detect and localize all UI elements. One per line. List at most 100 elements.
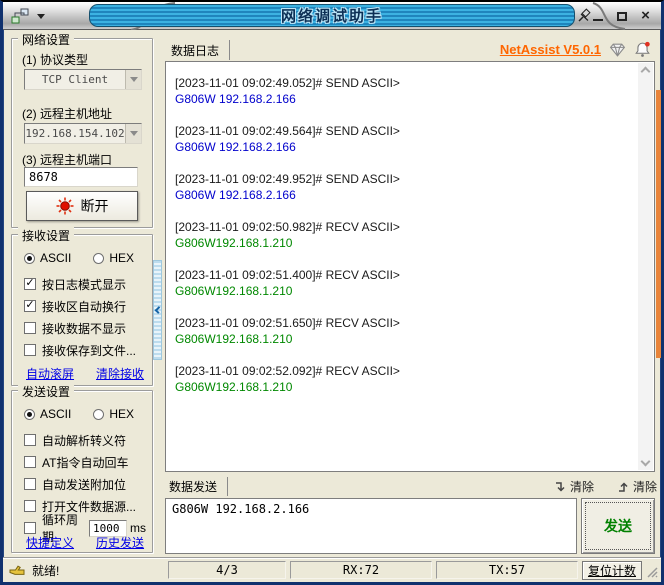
option-checkbox[interactable]: 自动发送附加位 [24, 473, 146, 495]
chevron-down-icon[interactable] [125, 124, 141, 143]
scrollbar-thumb[interactable] [656, 90, 661, 358]
option-checkbox[interactable]: 接收数据不显示 [24, 317, 146, 339]
checkbox[interactable] [24, 278, 36, 290]
log-entry: [2023-11-01 09:02:52.092]# RECV ASCII> G… [175, 363, 632, 395]
log-entry: [2023-11-01 09:02:49.052]# SEND ASCII> G… [175, 75, 632, 107]
protocol-select[interactable]: TCP Client [24, 69, 142, 90]
send-input[interactable] [165, 498, 577, 554]
connection-status-icon [56, 197, 73, 215]
checkbox[interactable] [24, 300, 36, 312]
checkbox[interactable] [24, 434, 36, 446]
log-entry-data: G806W192.168.1.210 [175, 332, 293, 346]
log-entry-data: G806W 192.168.2.166 [175, 92, 296, 106]
titlebar-strip: 网络调试助手 [89, 4, 575, 27]
checkbox[interactable] [24, 478, 36, 490]
log-entry-header: [2023-11-01 09:02:50.982]# RECV ASCII> [175, 220, 400, 234]
network-settings-title: 网络设置 [18, 31, 75, 48]
clear-receive-button[interactable]: 清除 [553, 478, 594, 495]
maximize-button[interactable] [614, 9, 629, 24]
panel-splitter[interactable] [153, 260, 163, 360]
log-entry-header: [2023-11-01 09:02:49.564]# SEND ASCII> [175, 124, 400, 138]
send-button[interactable]: 发送 [581, 498, 655, 554]
scroll-up-icon[interactable] [640, 66, 651, 77]
menu-caret-icon[interactable] [37, 14, 45, 19]
checkbox[interactable] [24, 344, 36, 356]
minimize-button[interactable] [590, 9, 605, 24]
log-entry: [2023-11-01 09:02:49.952]# SEND ASCII> G… [175, 171, 632, 203]
action-link[interactable]: 自动滚屏 [26, 365, 74, 382]
log-entry-data: G806W192.168.1.210 [175, 284, 293, 298]
status-counter: 4/3 [167, 561, 286, 579]
tab-data-send[interactable]: 数据发送 [165, 476, 229, 496]
action-link[interactable]: 清除接收 [96, 365, 144, 382]
log-entry-header: [2023-11-01 09:02:51.650]# RECV ASCII> [175, 316, 400, 330]
log-entry-data: G806W 192.168.2.166 [175, 188, 296, 202]
status-rx: RX:72 [289, 561, 432, 579]
action-link[interactable]: 快捷定义 [26, 534, 74, 551]
send-links: 快捷定义 历史发送 [26, 534, 144, 551]
notification-dot [645, 41, 650, 47]
option-checkbox[interactable]: AT指令自动回车 [24, 451, 146, 473]
log-body: [2023-11-01 09:02:49.052]# SEND ASCII> G… [166, 62, 638, 471]
data-log-area[interactable]: [2023-11-01 09:02:49.052]# SEND ASCII> G… [165, 61, 655, 472]
bell-icon[interactable] [634, 41, 651, 58]
resize-grip[interactable] [646, 562, 658, 578]
window-title: 网络调试助手 [280, 8, 383, 25]
port-input[interactable] [24, 167, 138, 187]
close-button[interactable]: × [638, 8, 653, 24]
recv-format-radios: ASCII HEX [24, 251, 134, 265]
status-message: 就绪! [32, 563, 60, 578]
checkbox[interactable] [24, 322, 36, 334]
log-scrollbar[interactable] [638, 63, 653, 470]
log-entry: [2023-11-01 09:02:51.400]# RECV ASCII> G… [175, 267, 632, 299]
send-hex-radio[interactable]: HEX [93, 407, 134, 421]
log-entry-header: [2023-11-01 09:02:51.400]# RECV ASCII> [175, 268, 400, 282]
send-settings-title: 发送设置 [18, 383, 75, 400]
network-settings-group: 网络设置 (1) 协议类型 TCP Client (2) 远程主机地址 192.… [11, 31, 153, 228]
log-entry: [2023-11-01 09:02:51.650]# RECV ASCII> G… [175, 315, 632, 347]
checkbox[interactable] [24, 522, 36, 534]
option-checkbox[interactable]: 接收区自动换行 [24, 295, 146, 317]
send-row: 数据发送 清除 清除 [165, 476, 657, 496]
window-controls: × [590, 8, 653, 24]
scroll-down-icon[interactable] [640, 456, 651, 467]
netassist-version-link[interactable]: NetAssist V5.0.1 [500, 42, 601, 57]
send-ascii-radio[interactable]: ASCII [24, 407, 71, 421]
checkbox[interactable] [24, 500, 36, 512]
chevron-down-icon[interactable] [125, 70, 141, 89]
option-checkbox[interactable]: 按日志模式显示 [24, 273, 146, 295]
app-window: 网络调试助手 × 网络设置 (1) 协议类型 TCP Client (2) 远程… [0, 0, 664, 585]
checkbox[interactable] [24, 456, 36, 468]
protocol-label: (1) 协议类型 [22, 53, 89, 67]
log-entry-header: [2023-11-01 09:02:49.052]# SEND ASCII> [175, 76, 400, 90]
recv-ascii-radio[interactable]: ASCII [24, 251, 71, 265]
gem-icon[interactable] [609, 41, 626, 58]
send-settings-group: 发送设置 ASCII HEX 自动解析转义符 AT指令自动回车 自动发送附加位 [11, 383, 153, 553]
recv-hex-radio[interactable]: HEX [93, 251, 134, 265]
recv-links: 自动滚屏 清除接收 [26, 365, 144, 382]
receive-settings-group: 接收设置 ASCII HEX 按日志模式显示 接收区自动换行 接收数据不显示 [11, 227, 153, 386]
app-network-icon[interactable] [11, 8, 29, 24]
option-checkbox[interactable]: 自动解析转义符 [24, 429, 146, 451]
action-link[interactable]: 历史发送 [96, 534, 144, 551]
log-entry: [2023-11-01 09:02:50.982]# RECV ASCII> G… [175, 219, 632, 251]
recv-options: 按日志模式显示 接收区自动换行 接收数据不显示 接收保存到文件... [24, 273, 146, 361]
disconnect-button[interactable]: 断开 [26, 191, 138, 221]
arrow-corner-up-icon [618, 481, 628, 492]
send-format-radios: ASCII HEX [24, 407, 134, 421]
send-options: 自动解析转义符 AT指令自动回车 自动发送附加位 打开文件数据源... 循环周期 [24, 429, 146, 544]
log-entry-data: G806W 192.168.2.166 [175, 140, 296, 154]
brand-row: NetAssist V5.0.1 [500, 38, 651, 60]
log-entry: [2023-11-01 09:02:49.564]# SEND ASCII> G… [175, 123, 632, 155]
status-tx: TX:57 [435, 561, 578, 579]
log-entry-header: [2023-11-01 09:02:52.092]# RECV ASCII> [175, 364, 400, 378]
log-entry-data: G806W192.168.1.210 [175, 236, 293, 250]
log-entry-header: [2023-11-01 09:02:49.952]# SEND ASCII> [175, 172, 400, 186]
option-checkbox[interactable]: 接收保存到文件... [24, 339, 146, 361]
arrow-corner-down-icon [555, 481, 565, 492]
tab-data-log[interactable]: 数据日志 [169, 40, 231, 60]
status-bar: 就绪! 4/3 RX:72 TX:57 复位计数 [3, 557, 661, 582]
host-select[interactable]: 192.168.154.102 [24, 123, 142, 144]
reset-count-button[interactable]: 复位计数 [581, 560, 642, 580]
clear-send-button[interactable]: 清除 [616, 478, 657, 495]
